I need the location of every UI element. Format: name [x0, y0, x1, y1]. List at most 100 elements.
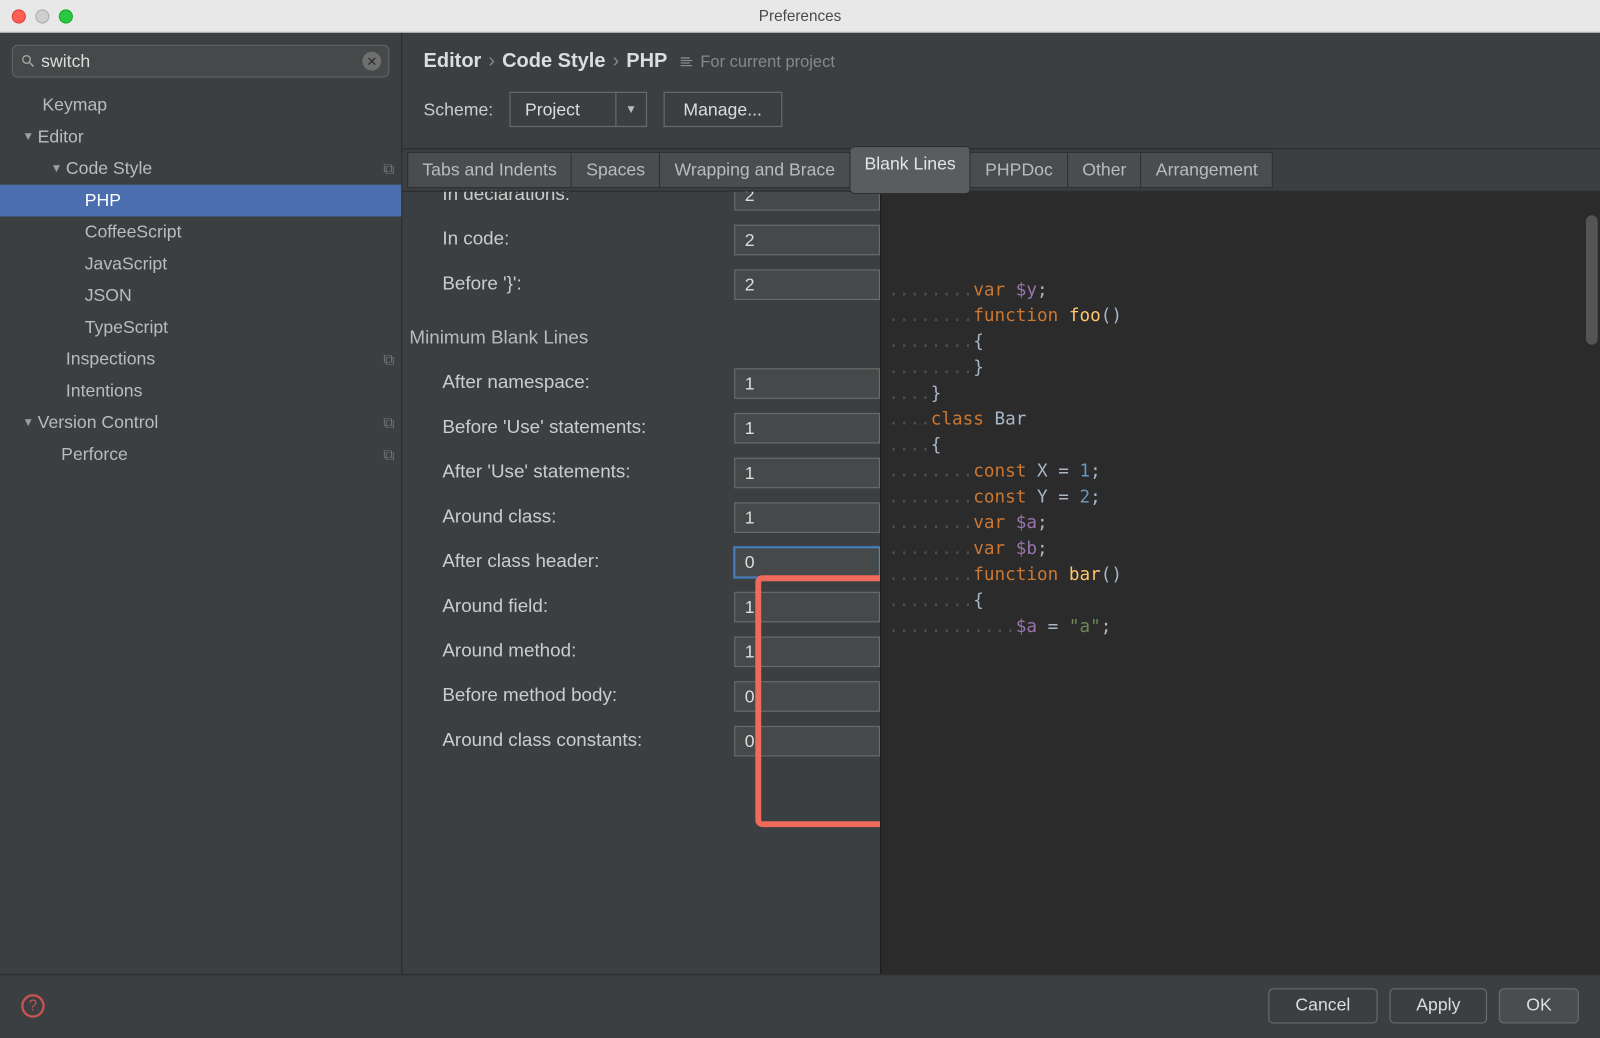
around-field-input[interactable] — [734, 592, 880, 623]
scheme-select[interactable]: Project ▼ — [510, 92, 647, 127]
in-code-input[interactable] — [734, 225, 880, 256]
tree-item-intentions[interactable]: Intentions — [0, 375, 401, 407]
after-class-header-input[interactable] — [734, 547, 880, 578]
tree-item-php[interactable]: PHP — [0, 185, 401, 217]
after-namespace-input[interactable] — [734, 368, 880, 399]
scope-badge: For current project — [679, 52, 835, 71]
tree-item-version-control[interactable]: ▼Version Control⧉ — [0, 407, 401, 439]
row-around-class: Around class: — [402, 495, 880, 540]
label: CoffeeScript — [85, 222, 182, 242]
crumb-php: PHP — [626, 49, 667, 73]
tab-tabs-indents[interactable]: Tabs and Indents — [407, 152, 572, 188]
dialog-footer: ? Cancel Apply OK — [0, 974, 1600, 1035]
in-declarations-input[interactable] — [734, 192, 880, 211]
scope-icon — [679, 54, 694, 69]
label: Inspections — [66, 349, 155, 369]
breadcrumb: Editor› Code Style› PHP For current proj… — [402, 33, 1600, 80]
before-method-body-input[interactable] — [734, 681, 880, 712]
tree-item-javascript[interactable]: JavaScript — [0, 248, 401, 280]
label: JavaScript — [85, 254, 167, 274]
row-after-use: After 'Use' statements: — [402, 451, 880, 496]
ok-button[interactable]: OK — [1499, 988, 1579, 1023]
label: Before method body: — [442, 686, 734, 707]
label: Before 'Use' statements: — [442, 418, 734, 439]
scheme-row: Scheme: Project ▼ Manage... — [402, 80, 1600, 144]
tree-item-coffeescript[interactable]: CoffeeScript — [0, 216, 401, 248]
manage-scheme-button[interactable]: Manage... — [663, 92, 781, 127]
blank-lines-form: In declarations: In code: Before '}': Mi… — [402, 192, 880, 974]
tab-blank-lines[interactable]: Blank Lines — [850, 146, 971, 194]
row-around-class-constants: Around class constants: — [402, 719, 880, 764]
scrollbar-thumb[interactable] — [1586, 215, 1598, 344]
after-use-input[interactable] — [734, 458, 880, 489]
row-in-code: In code: — [402, 218, 880, 263]
tab-phpdoc[interactable]: PHPDoc — [971, 152, 1068, 188]
tab-wrapping[interactable]: Wrapping and Brace — [660, 152, 850, 188]
chevron-down-icon[interactable]: ▼ — [615, 92, 646, 127]
chevron-down-icon: ▼ — [21, 131, 35, 144]
section-minimum-blank-lines: Minimum Blank Lines — [402, 316, 880, 361]
label: Perforce — [61, 445, 128, 465]
label: Around method: — [442, 641, 734, 662]
chevron-down-icon: ▼ — [49, 162, 63, 175]
tree-item-code-style[interactable]: ▼Code Style ⧉ — [0, 153, 401, 185]
tabs: Tabs and Indents Spaces Wrapping and Bra… — [402, 148, 1600, 192]
row-after-class-header: After class header: — [402, 540, 880, 585]
row-before-use: Before 'Use' statements: — [402, 406, 880, 451]
preferences-content: Editor› Code Style› PHP For current proj… — [402, 33, 1600, 974]
scope-icon: ⧉ — [383, 159, 394, 178]
label: After 'Use' statements: — [442, 462, 734, 483]
apply-button[interactable]: Apply — [1389, 988, 1487, 1023]
chevron-down-icon: ▼ — [21, 416, 35, 429]
label: Around field: — [442, 596, 734, 617]
row-before-brace: Before '}': — [402, 262, 880, 307]
tree-item-typescript[interactable]: TypeScript — [0, 312, 401, 344]
label: Intentions — [66, 381, 143, 401]
label: Around class constants: — [442, 731, 734, 752]
tree-item-inspections[interactable]: Inspections ⧉ — [0, 344, 401, 376]
row-around-field: Around field: — [402, 585, 880, 630]
tab-spaces[interactable]: Spaces — [572, 152, 660, 188]
around-class-constants-input[interactable] — [734, 726, 880, 757]
settings-tree: Keymap ▼Editor ▼Code Style⧉ PHP CoffeeSc… — [0, 85, 401, 471]
crumb-code-style[interactable]: Code Style — [502, 49, 605, 73]
around-class-input[interactable] — [734, 502, 880, 533]
clear-search-button[interactable]: ✕ — [362, 52, 381, 71]
before-use-input[interactable] — [734, 413, 880, 444]
tree-item-keymap[interactable]: Keymap — [0, 89, 401, 121]
label: Before '}': — [442, 274, 734, 295]
scope-icon: ⧉ — [383, 414, 394, 433]
tab-arrangement[interactable]: Arrangement — [1142, 152, 1273, 188]
label: Around class: — [442, 507, 734, 528]
before-brace-input[interactable] — [734, 269, 880, 300]
label: JSON — [85, 286, 132, 306]
label: TypeScript — [85, 318, 168, 338]
help-button[interactable]: ? — [21, 994, 45, 1018]
label: PHP — [85, 191, 121, 211]
around-method-input[interactable] — [734, 636, 880, 667]
titlebar: Preferences — [0, 0, 1600, 33]
search-icon — [20, 53, 36, 69]
search-field[interactable]: ✕ — [12, 45, 390, 78]
tree-item-perforce[interactable]: Perforce ⧉ — [0, 439, 401, 471]
tree-item-editor[interactable]: ▼Editor — [0, 121, 401, 153]
label: Code Style — [66, 159, 152, 179]
row-in-declarations: In declarations: — [402, 192, 880, 218]
window-title: Preferences — [0, 7, 1600, 25]
label: Minimum Blank Lines — [409, 328, 588, 349]
preferences-sidebar: ✕ Keymap ▼Editor ▼Code Style⧉ PHP Coffee… — [0, 33, 402, 974]
label: After namespace: — [442, 373, 734, 394]
crumb-editor[interactable]: Editor — [424, 49, 482, 73]
scope-icon: ⧉ — [383, 350, 394, 369]
label: Editor — [38, 127, 84, 147]
cancel-button[interactable]: Cancel — [1268, 988, 1377, 1023]
scope-icon: ⧉ — [383, 445, 394, 464]
scheme-value: Project — [511, 99, 615, 119]
row-after-namespace: After namespace: — [402, 361, 880, 406]
search-input[interactable] — [41, 51, 362, 71]
scope-text: For current project — [700, 52, 835, 71]
tab-other[interactable]: Other — [1068, 152, 1142, 188]
tree-item-json[interactable]: JSON — [0, 280, 401, 312]
code-preview: ........var $y;........function foo()...… — [880, 192, 1600, 974]
label: In declarations: — [442, 192, 734, 206]
